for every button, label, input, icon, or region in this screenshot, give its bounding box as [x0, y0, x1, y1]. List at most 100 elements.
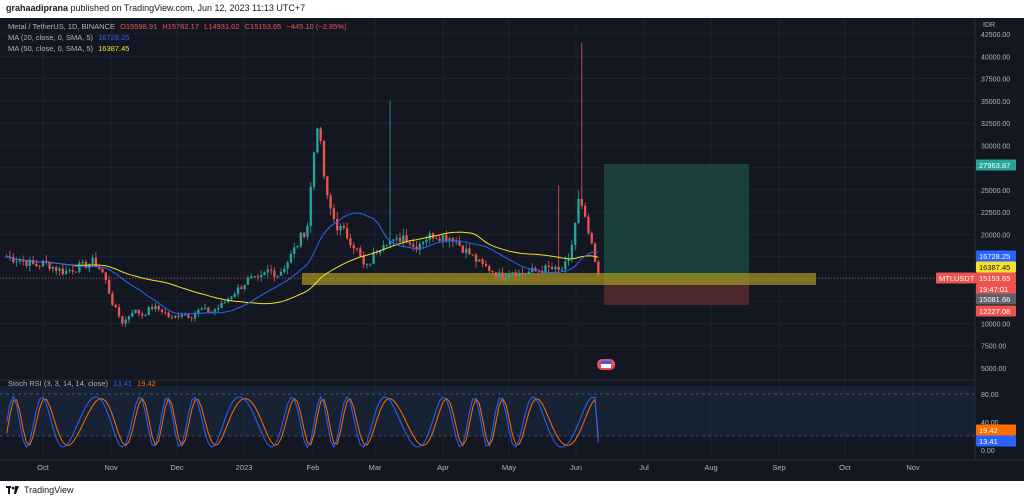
price-tick-label: 32500.00 [981, 121, 1010, 128]
candle-body [236, 287, 240, 295]
candle-body [362, 256, 365, 265]
author-name[interactable]: grahaadiprana [6, 3, 68, 13]
candle-body [167, 312, 170, 317]
candle-body [299, 232, 303, 246]
candle-body [240, 287, 243, 289]
candle-body [266, 269, 269, 273]
candle-body [213, 309, 217, 312]
candle-body [597, 261, 600, 275]
candle-body [289, 253, 293, 263]
candle-body [256, 276, 260, 278]
ma50-label: MA (50, close, 0, SMA, 5) [8, 44, 94, 53]
candle-body [217, 307, 220, 310]
ma20-price-badge: 16728.25 [979, 252, 1010, 261]
chart-area[interactable]: IDR 42500.00 40000.00 37500.00 35000.00 32500… [0, 18, 1024, 481]
candle-body [438, 238, 441, 241]
time-axis[interactable]: Oct Nov Dec 2023 Feb Mar Apr May Jun Jul Aug Sep Oct… [37, 463, 920, 472]
candle-body [51, 267, 55, 269]
candle-body [319, 128, 322, 141]
ma50-value: 16387.45 [98, 44, 130, 53]
candle-body [230, 296, 233, 299]
candle-body [207, 307, 210, 313]
support-zone[interactable] [302, 273, 816, 285]
candle-body [587, 216, 590, 234]
candle-body [498, 272, 501, 277]
candle-body [590, 233, 593, 244]
stop-price-badge: 12227.08 [979, 307, 1010, 316]
ohlc-close: C15153.65 [244, 22, 282, 31]
candle-body [580, 198, 583, 206]
profit-zone[interactable] [604, 164, 749, 282]
candle-body [114, 304, 117, 308]
ticker-badge: MTLUSDT [939, 274, 975, 283]
price-chart-svg[interactable]: IDR 42500.00 40000.00 37500.00 35000.00 32500… [0, 18, 1024, 481]
candle-body [309, 186, 312, 226]
candle-body [160, 309, 164, 312]
time-tick-label: Dec [170, 463, 184, 472]
candle-body [296, 245, 299, 248]
candle-body [306, 225, 309, 237]
candle-body [352, 245, 355, 249]
candle-body [25, 261, 28, 266]
time-tick-label: Aug [704, 463, 717, 472]
candle-body [488, 266, 491, 271]
candle-body [273, 270, 276, 277]
candle-body [78, 263, 81, 272]
ohlc-high: H15762.17 [162, 22, 199, 31]
stoch-rsi-label: Stoch RSI (3, 3, 14, 14, close) [8, 379, 109, 388]
candle-body [180, 314, 184, 317]
candle-body [524, 274, 527, 275]
flag-icon[interactable] [597, 359, 615, 370]
candle-body [293, 247, 296, 254]
candle-body [501, 272, 504, 280]
candle-body [203, 307, 207, 309]
candle-body [190, 317, 193, 319]
candle-body [88, 263, 91, 269]
candle-body [18, 260, 22, 262]
candle-body [547, 265, 550, 268]
entry-price-badge: 15081.66 [979, 295, 1010, 304]
candle-body [276, 275, 279, 277]
price-tick-label: 30000.00 [981, 143, 1010, 150]
candle-body [48, 261, 51, 269]
candle-body [564, 261, 567, 270]
price-axis[interactable]: IDR 42500.00 40000.00 37500.00 35000.00 32500… [981, 22, 1010, 455]
candle-body [372, 252, 375, 264]
tradingview-logo-icon[interactable] [6, 485, 20, 495]
price-tick-label: 37500.00 [981, 77, 1010, 84]
candle-body [557, 266, 560, 270]
candle-body [124, 319, 127, 324]
candle-body [81, 261, 84, 264]
time-tick-label: Apr [437, 463, 449, 472]
candle-body [316, 128, 319, 153]
candle-body [137, 309, 141, 314]
footer-brand[interactable]: TradingView [24, 485, 74, 495]
axis-currency: IDR [983, 22, 995, 29]
candle-body [474, 254, 478, 262]
ohlc-change: −445.10 (−2.85%) [286, 22, 347, 31]
candle-body [121, 316, 124, 324]
candle-body [445, 234, 448, 242]
candle-body [22, 260, 25, 262]
candle-body [408, 242, 412, 245]
price-tick-label: 7500.00 [981, 344, 1006, 351]
last-price-badge: 15153.65 [979, 274, 1010, 283]
candle-body [64, 270, 68, 274]
publish-info: published on TradingView.com, Jun 12, 20… [70, 3, 306, 13]
candle-body [574, 222, 577, 245]
rsi-tick-label: 80.00 [981, 392, 999, 399]
time-tick-label: May [502, 463, 516, 472]
price-tick-label: 20000.00 [981, 232, 1010, 239]
candle-body [504, 277, 507, 280]
candle-body [511, 272, 514, 275]
candle-body [458, 241, 461, 246]
candle-body [55, 267, 58, 271]
candle-body [302, 232, 306, 237]
candle-body [269, 269, 273, 271]
candle-body [147, 307, 150, 315]
candle-body [398, 237, 402, 243]
candle-body [570, 244, 574, 259]
time-tick-label: Oct [839, 463, 852, 472]
candle-body [435, 238, 438, 240]
ma20-legend: MA (20, close, 0, SMA, 5) 16728.25 [8, 33, 132, 42]
